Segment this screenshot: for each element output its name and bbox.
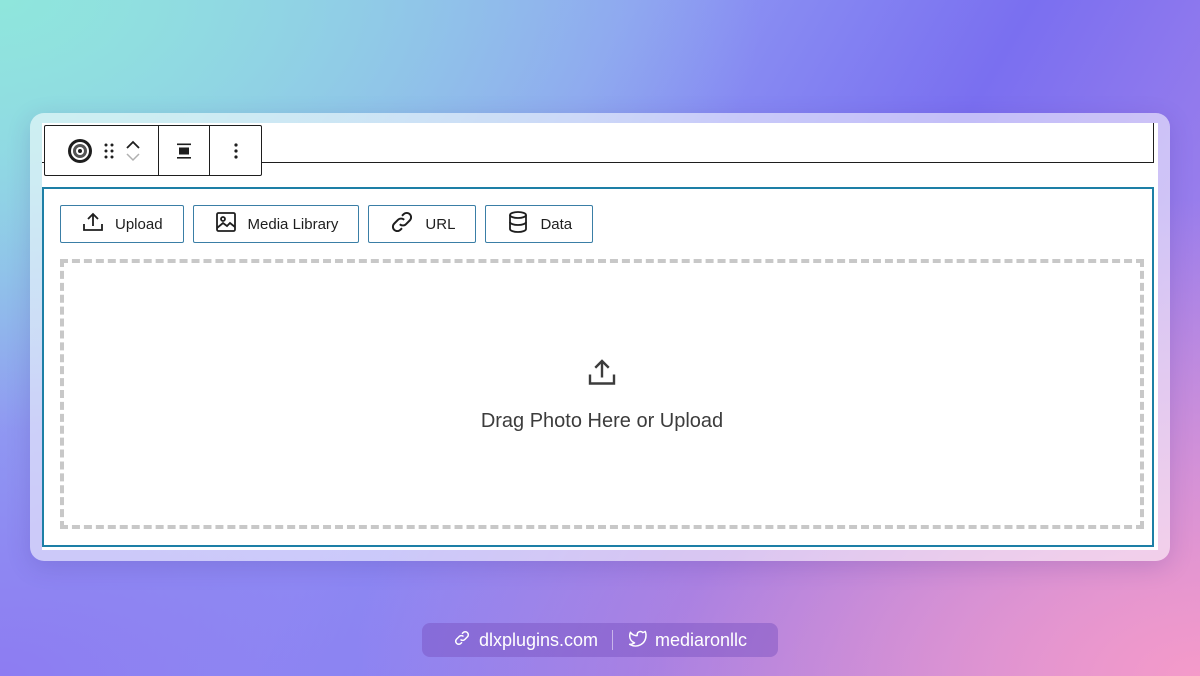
photo-dropzone[interactable]: Drag Photo Here or Upload (60, 259, 1144, 529)
block-movers (125, 140, 141, 162)
database-icon (506, 210, 530, 238)
footer-credits: dlxplugins.com mediaronllc (422, 623, 778, 657)
link-icon (453, 629, 471, 652)
media-library-button[interactable]: Media Library (192, 205, 360, 243)
upload-button[interactable]: Upload (60, 205, 184, 243)
chevron-down-icon[interactable] (125, 152, 141, 162)
align-center-icon[interactable] (175, 142, 193, 160)
footer-twitter-label: mediaronllc (655, 629, 748, 650)
drag-handle-icon[interactable] (103, 142, 115, 160)
twitter-bird-icon (627, 629, 647, 652)
upload-button-label: Upload (115, 215, 163, 233)
upload-icon (81, 210, 105, 238)
block-toolbar-group-align (159, 126, 210, 175)
media-library-button-label: Media Library (247, 215, 339, 233)
url-button-label: URL (425, 215, 456, 233)
link-icon (389, 209, 415, 239)
data-button[interactable]: Data (485, 205, 594, 243)
block-toolbar-group-main (45, 126, 159, 175)
footer-website-label: dlxplugins.com (478, 629, 598, 650)
more-vertical-icon[interactable] (233, 142, 239, 160)
dropzone-text: Drag Photo Here or Upload (480, 410, 724, 432)
url-button[interactable]: URL (368, 205, 477, 243)
footer-website[interactable]: dlxplugins.com (439, 629, 612, 652)
chevron-up-icon[interactable] (125, 140, 141, 150)
footer-twitter[interactable]: mediaronllc (613, 629, 761, 652)
image-icon (214, 210, 238, 238)
block-toolbar (44, 125, 262, 176)
placeholder-button-row: Upload Media Library URL Data (60, 205, 594, 243)
block-type-icon[interactable] (67, 138, 93, 164)
block-toolbar-group-options (210, 126, 261, 175)
data-button-label: Data (540, 215, 573, 233)
photo-block[interactable]: Upload Media Library URL Data Drag Photo… (42, 187, 1154, 547)
upload-icon (584, 355, 620, 396)
